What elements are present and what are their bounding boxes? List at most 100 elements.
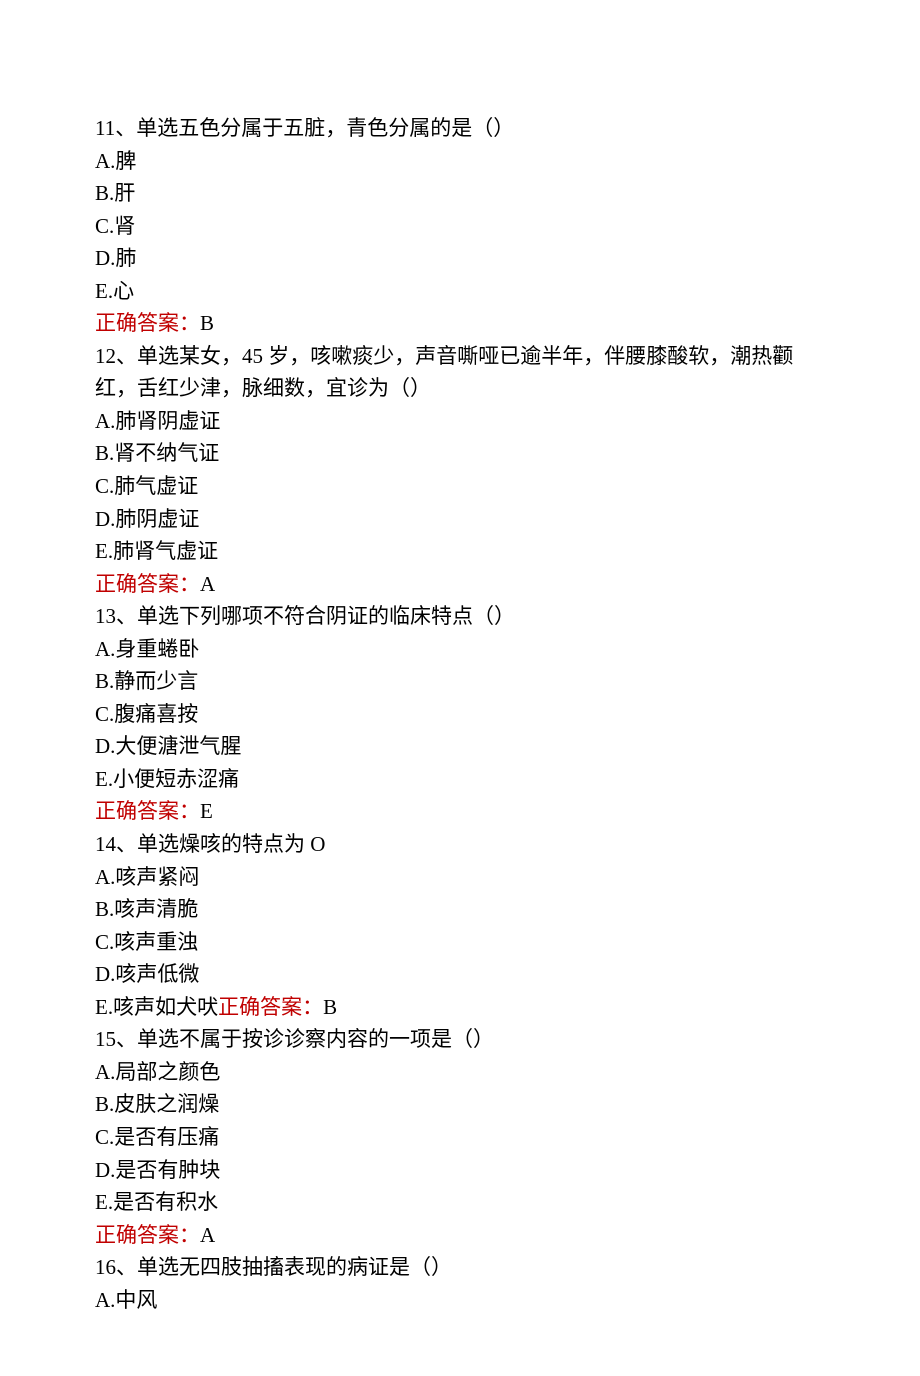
option-line: B.肝 [95, 177, 825, 210]
option-line: D.咳声低微 [95, 958, 825, 991]
answer-line: 正确答案：A [95, 568, 825, 601]
question-prefix: 、单选 [116, 832, 179, 856]
question-stem: 11、单选五色分属于五脏，青色分属的是（） [95, 112, 825, 145]
option-line: B.咳声清脆 [95, 893, 825, 926]
option-letter: C. [95, 214, 114, 238]
option-line: A.脾 [95, 145, 825, 178]
option-letter: B. [95, 1092, 114, 1116]
option-letter: B. [95, 897, 114, 921]
answer-label: 正确答案： [95, 572, 200, 596]
question-number: 14 [95, 832, 116, 856]
option-line: E.咳声如犬吠正确答案：B [95, 991, 825, 1024]
option-line: D.肺阴虚证 [95, 503, 825, 536]
option-text: 脾 [115, 149, 136, 173]
option-text: 咳声如犬吠 [113, 995, 218, 1019]
option-text: 大便溏泄气腥 [115, 734, 241, 758]
option-text: 肺 [115, 246, 136, 270]
question-prefix: 、单选 [116, 1255, 179, 1279]
option-line: E.肺肾气虚证 [95, 535, 825, 568]
option-line: E.心 [95, 275, 825, 308]
option-text: 中风 [115, 1288, 157, 1312]
option-text: 肺阴虚证 [115, 507, 199, 531]
option-line: E.小便短赤涩痛 [95, 763, 825, 796]
option-line: E.是否有积水 [95, 1186, 825, 1219]
option-text: 静而少言 [114, 669, 198, 693]
option-letter: A. [95, 865, 115, 889]
option-line: A.肺肾阴虚证 [95, 405, 825, 438]
option-letter: A. [95, 1288, 115, 1312]
option-text: 咳声低微 [115, 962, 199, 986]
option-line: C.是否有压痛 [95, 1121, 825, 1154]
question-number: 13 [95, 604, 116, 628]
option-text: 是否有肿块 [115, 1158, 220, 1182]
option-line: D.是否有肿块 [95, 1154, 825, 1187]
question-number: 16 [95, 1255, 116, 1279]
option-text: 肺肾气虚证 [113, 539, 218, 563]
option-text: 咳声紧闷 [115, 865, 199, 889]
option-text: 肺气虚证 [114, 474, 198, 498]
option-text: 身重蜷卧 [115, 637, 199, 661]
option-line: D.大便溏泄气腥 [95, 730, 825, 763]
answer-label: 正确答案： [218, 995, 323, 1019]
answer-value: B [200, 311, 214, 335]
option-text: 是否有积水 [113, 1190, 218, 1214]
option-text: 是否有压痛 [114, 1125, 219, 1149]
option-letter: C. [95, 474, 114, 498]
option-line: A.中风 [95, 1284, 825, 1317]
question-number: 12 [95, 344, 116, 368]
question-stem: 13、单选下列哪项不符合阴证的临床特点（） [95, 600, 825, 633]
option-letter: C. [95, 1125, 114, 1149]
option-line: C.肺气虚证 [95, 470, 825, 503]
question-prefix: 、单选 [115, 116, 178, 140]
option-letter: A. [95, 149, 115, 173]
option-text: 小便短赤涩痛 [113, 767, 239, 791]
option-letter: C. [95, 702, 114, 726]
answer-value: B [323, 995, 337, 1019]
question-text: 某女，45 岁，咳嗽痰少，声音嘶哑已逾半年，伴腰膝酸软，潮热颧红，舌红少津，脉细… [95, 344, 793, 401]
question-stem: 12、单选某女，45 岁，咳嗽痰少，声音嘶哑已逾半年，伴腰膝酸软，潮热颧红，舌红… [95, 340, 825, 405]
option-letter: E. [95, 767, 113, 791]
option-letter: E. [95, 539, 113, 563]
question-prefix: 、单选 [116, 344, 179, 368]
answer-label: 正确答案： [95, 1223, 200, 1247]
option-text: 肾不纳气证 [114, 441, 219, 465]
answer-label: 正确答案： [95, 311, 200, 335]
option-text: 腹痛喜按 [114, 702, 198, 726]
answer-line: 正确答案：B [95, 307, 825, 340]
option-text: 心 [113, 279, 134, 303]
answer-label: 正确答案： [95, 799, 200, 823]
answer-value: A [200, 1223, 215, 1247]
option-letter: E. [95, 1190, 113, 1214]
option-letter: B. [95, 441, 114, 465]
option-letter: D. [95, 734, 115, 758]
option-letter: D. [95, 507, 115, 531]
option-line: C.腹痛喜按 [95, 698, 825, 731]
option-letter: A. [95, 1060, 115, 1084]
question-text: 不属于按诊诊察内容的一项是（） [179, 1027, 494, 1051]
question-stem: 16、单选无四肢抽搐表现的病证是（） [95, 1251, 825, 1284]
option-letter: D. [95, 1158, 115, 1182]
question-prefix: 、单选 [116, 1027, 179, 1051]
question-text: 五色分属于五脏，青色分属的是（） [178, 116, 514, 140]
option-line: C.咳声重浊 [95, 926, 825, 959]
question-text: 下列哪项不符合阴证的临床特点（） [179, 604, 515, 628]
option-text: 肝 [114, 181, 135, 205]
option-letter: B. [95, 669, 114, 693]
option-text: 局部之颜色 [115, 1060, 220, 1084]
option-letter: D. [95, 246, 115, 270]
question-text: 燥咳的特点为 O [179, 832, 325, 856]
document-page: 11、单选五色分属于五脏，青色分属的是（）A.脾B.肝C.肾D.肺E.心正确答案… [0, 0, 920, 1376]
option-letter: A. [95, 637, 115, 661]
option-letter: E. [95, 279, 113, 303]
question-stem: 15、单选不属于按诊诊察内容的一项是（） [95, 1023, 825, 1056]
option-text: 皮肤之润燥 [114, 1092, 219, 1116]
question-number: 15 [95, 1027, 116, 1051]
question-stem: 14、单选燥咳的特点为 O [95, 828, 825, 861]
option-line: A.咳声紧闷 [95, 861, 825, 894]
answer-line: 正确答案：A [95, 1219, 825, 1252]
answer-value: E [200, 799, 213, 823]
answer-line: 正确答案：E [95, 795, 825, 828]
question-number: 11 [95, 116, 115, 140]
answer-value: A [200, 572, 215, 596]
option-letter: D. [95, 962, 115, 986]
